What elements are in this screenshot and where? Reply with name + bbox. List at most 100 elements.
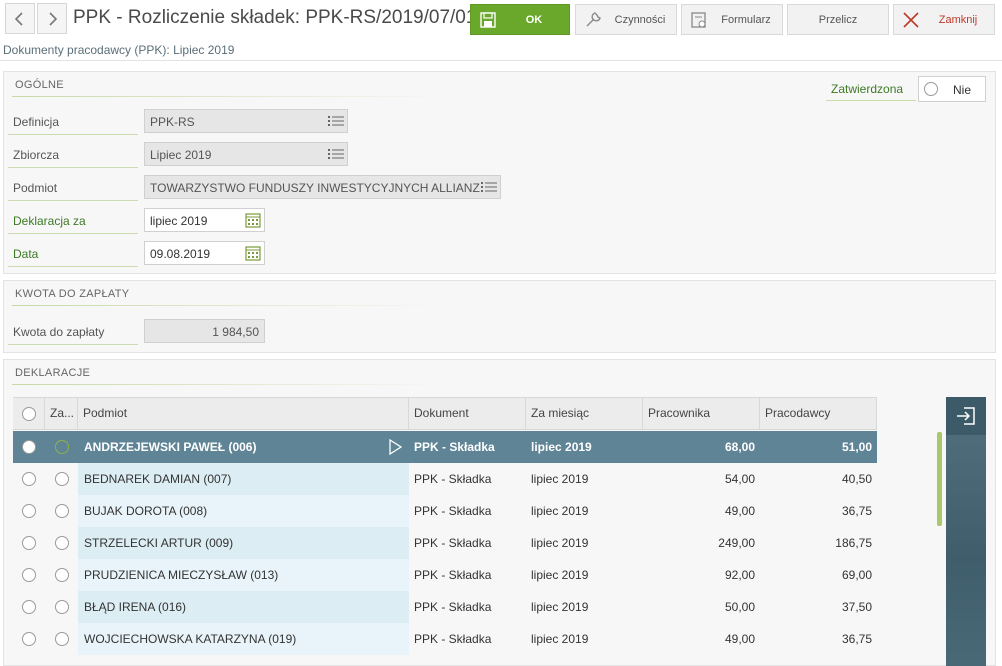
podmiot-field[interactable]: TOWARZYSTWO FUNDUSZY INWESTYCYJNYCH ALLI… (144, 175, 501, 199)
cell-pracownika: 49,00 (724, 632, 755, 646)
row-select-cell[interactable] (13, 623, 45, 655)
deklaracja-field[interactable]: lipiec 2019 (144, 208, 265, 232)
cell-podmiot: BUJAK DOROTA (008) (78, 495, 409, 527)
cell-pracownika: 54,00 (724, 472, 755, 486)
column-za[interactable]: Za... (45, 398, 78, 429)
kwota-label: Kwota do zapłaty (13, 325, 105, 339)
column-pracodawcy[interactable]: Pracodawcy (760, 398, 877, 429)
podmiot-underline (8, 200, 138, 201)
czynnosci-label: Czynności (614, 13, 666, 26)
cell-za-miesiac: lipiec 2019 (531, 568, 589, 582)
row-select-radio[interactable] (22, 440, 36, 454)
row-za-radio[interactable] (55, 504, 69, 518)
definicja-field[interactable]: PPK-RS (144, 109, 348, 133)
row-za-cell[interactable] (45, 431, 78, 463)
row-za-cell[interactable] (45, 591, 78, 623)
cell-pracodawcy: 69,00 (841, 568, 872, 582)
cell-podmiot: PRUDZIENICA MIECZYSŁAW (013) (78, 559, 409, 591)
column-dokument[interactable]: Dokument (409, 398, 526, 429)
row-za-cell[interactable] (45, 495, 78, 527)
cell-podmiot: BŁĄD IRENA (016) (78, 591, 409, 623)
cell-podmiot: BEDNAREK DAMIAN (007) (78, 463, 409, 495)
zbiorcza-field[interactable]: Lipiec 2019 (144, 142, 348, 166)
zbiorcza-label: Zbiorcza (13, 148, 60, 162)
back-button[interactable] (5, 3, 35, 34)
data-underline (8, 266, 138, 267)
row-za-cell[interactable] (45, 463, 78, 495)
table-row[interactable]: STRZELECKI ARTUR (009) PPK - Składka lipie… (13, 527, 877, 559)
cell-za-miesiac: lipiec 2019 (531, 440, 592, 454)
row-za-radio[interactable] (55, 600, 69, 614)
cell-dokument: PPK - Składka (414, 504, 492, 518)
przelicz-button[interactable]: Przelicz (787, 4, 889, 35)
select-all-cell[interactable] (13, 398, 45, 429)
play-icon[interactable] (388, 438, 403, 458)
chevron-right-icon (49, 11, 58, 26)
grid-scrollbar[interactable] (937, 432, 942, 526)
row-za-radio[interactable] (55, 472, 69, 486)
zbiorcza-underline (8, 167, 138, 168)
table-row[interactable]: WOJCIECHOWSKA KATARZYNA (019) PPK - Skład… (13, 623, 877, 655)
table-row[interactable]: BEDNAREK DAMIAN (007) PPK - Składka lipiec… (13, 463, 877, 495)
calendar-icon[interactable] (245, 212, 261, 228)
data-field[interactable]: 09.08.2019 (144, 241, 265, 265)
zatwierdzona-value: Nie (953, 83, 972, 97)
row-select-cell[interactable] (13, 591, 45, 623)
calendar-icon[interactable] (245, 245, 261, 261)
zamknij-button[interactable]: Zamknij (893, 4, 995, 35)
column-pracownika[interactable]: Pracownika (643, 398, 760, 429)
row-za-cell[interactable] (45, 559, 78, 591)
czynnosci-button[interactable]: Czynności (575, 4, 677, 35)
wrench-icon (582, 9, 604, 31)
cell-za-miesiac: lipiec 2019 (531, 632, 589, 646)
ogolne-title-line (12, 96, 442, 97)
select-all-radio[interactable] (22, 407, 36, 421)
list-icon[interactable] (327, 114, 345, 128)
column-za-miesiac[interactable]: Za miesiąc (526, 398, 643, 429)
cell-dokument: PPK - Składka (414, 600, 492, 614)
row-select-cell[interactable] (13, 495, 45, 527)
row-za-cell[interactable] (45, 527, 78, 559)
forward-button[interactable] (37, 3, 67, 34)
table-row[interactable]: PRUDZIENICA MIECZYSŁAW (013) PPK - Składk… (13, 559, 877, 591)
row-select-radio[interactable] (22, 536, 36, 550)
deklaracje-title: DEKLARACJE (15, 367, 91, 379)
row-select-cell[interactable] (13, 431, 45, 463)
row-za-cell[interactable] (45, 623, 78, 655)
kwota-field: 1 984,50 (144, 319, 265, 343)
zatwierdzona-radio[interactable] (924, 82, 938, 96)
ogolne-title: OGÓLNE (15, 79, 64, 91)
formularz-label: Formularz (721, 13, 771, 26)
column-podmiot[interactable]: Podmiot (78, 398, 409, 429)
cell-dokument: PPK - Składka (414, 440, 495, 454)
list-icon[interactable] (480, 180, 498, 194)
row-select-radio[interactable] (22, 600, 36, 614)
form-icon (688, 9, 710, 31)
row-select-radio[interactable] (22, 632, 36, 646)
row-select-radio[interactable] (22, 472, 36, 486)
cell-pracodawcy: 40,50 (841, 472, 872, 486)
row-select-cell[interactable] (13, 527, 45, 559)
row-za-radio[interactable] (55, 568, 69, 582)
cell-podmiot: ANDRZEJEWSKI PAWEŁ (006) (84, 440, 257, 454)
row-select-radio[interactable] (22, 504, 36, 518)
table-row[interactable]: BŁĄD IRENA (016) PPK - Składka lipiec 2019… (13, 591, 877, 623)
row-za-radio[interactable] (55, 536, 69, 550)
ok-button[interactable]: OK (470, 4, 570, 35)
cell-pracodawcy: 36,75 (841, 504, 872, 518)
row-select-cell[interactable] (13, 463, 45, 495)
table-row[interactable]: BUJAK DOROTA (008) PPK - Składka lipiec 20… (13, 495, 877, 527)
row-select-cell[interactable] (13, 559, 45, 591)
cell-za-miesiac: lipiec 2019 (531, 472, 589, 486)
list-icon[interactable] (327, 147, 345, 161)
cell-podmiot: WOJCIECHOWSKA KATARZYNA (019) (78, 623, 409, 655)
table-row[interactable]: ANDRZEJEWSKI PAWEŁ (006) PPK - Składka lip… (13, 431, 877, 463)
export-icon[interactable] (946, 397, 986, 435)
row-za-radio[interactable] (55, 632, 69, 646)
zatwierdzona-toggle[interactable]: Nie (918, 76, 986, 102)
cell-za-miesiac: lipiec 2019 (531, 536, 589, 550)
row-select-radio[interactable] (22, 568, 36, 582)
deklaracja-underline (8, 233, 138, 234)
formularz-button[interactable]: Formularz (681, 4, 783, 35)
row-za-radio[interactable] (55, 440, 69, 454)
